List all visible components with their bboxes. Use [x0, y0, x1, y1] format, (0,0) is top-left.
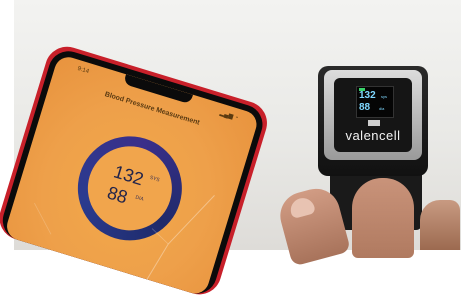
oximeter-device: 132 sys 88 dia valencell — [318, 66, 428, 176]
photo-scene: 9:14 ▂▄▆ ◔ Blood Pressure Measurement 13… — [0, 0, 475, 300]
oximeter-button — [368, 120, 380, 126]
oximeter-display: 132 sys 88 dia — [356, 86, 394, 118]
thumb-nail — [288, 195, 316, 220]
finger — [352, 178, 414, 258]
display-value-2: 88 — [359, 102, 371, 113]
oximeter-face: 132 sys 88 dia valencell — [334, 78, 412, 152]
display-unit-2: dia — [379, 106, 385, 111]
smartphone: 9:14 ▂▄▆ ◔ Blood Pressure Measurement 13… — [0, 41, 273, 300]
display-unit-1: sys — [381, 94, 387, 99]
oximeter-shell: 132 sys 88 dia valencell — [324, 70, 422, 160]
display-value-1: 132 — [359, 90, 376, 101]
brand-logo: valencell — [345, 128, 401, 143]
hand-edge — [420, 200, 460, 250]
right-border — [461, 0, 475, 250]
